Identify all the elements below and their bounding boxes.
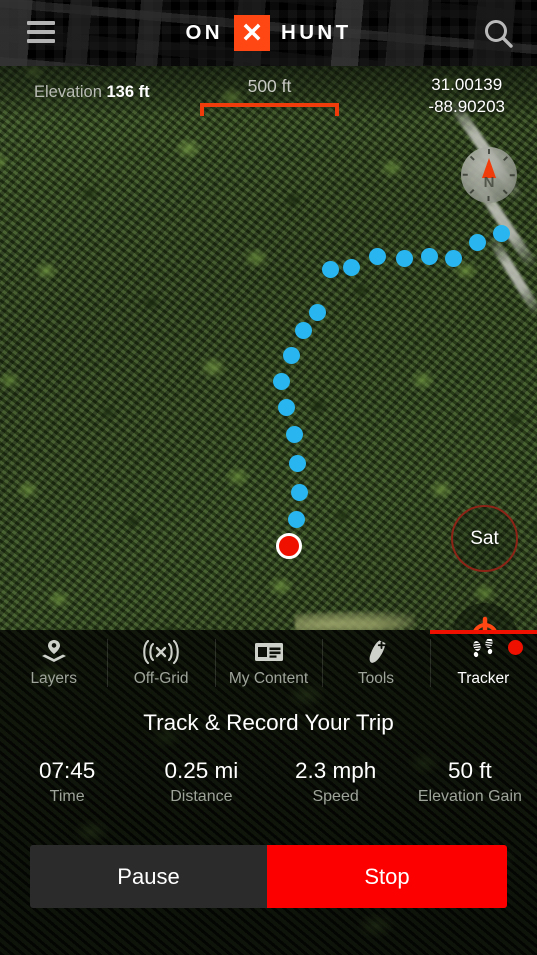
tracker-action-buttons: Pause Stop bbox=[30, 845, 507, 908]
tab-off-grid-label: Off-Grid bbox=[133, 670, 189, 687]
stat-distance-label: Distance bbox=[170, 788, 233, 805]
content-card-icon bbox=[254, 638, 284, 665]
onx-hunt-app-screen: ON HUNT Elevation 136 ft 500 ft 31.00139… bbox=[0, 0, 537, 955]
tab-tools-label: Tools bbox=[357, 670, 395, 687]
tab-layers-label: Layers bbox=[30, 670, 77, 687]
stat-time: 07:45 Time bbox=[0, 758, 134, 806]
brand-text-left: ON bbox=[185, 21, 223, 44]
scale-bracket-line bbox=[200, 103, 339, 107]
compass-tick-ne bbox=[503, 156, 508, 161]
stat-time-value: 07:45 bbox=[38, 758, 96, 783]
satellite-map-canvas[interactable]: Elevation 136 ft 500 ft 31.00139 -88.902… bbox=[0, 66, 537, 630]
tab-tools[interactable]: Tools bbox=[322, 630, 429, 696]
compass-tick-s bbox=[488, 196, 490, 201]
tab-layers[interactable]: Layers bbox=[0, 630, 107, 696]
compass-rose-icon[interactable]: N bbox=[461, 147, 517, 203]
recording-indicator-dot bbox=[508, 640, 524, 655]
compass-north-label: N bbox=[483, 174, 495, 191]
panel-title: Track & Record Your Trip bbox=[143, 710, 394, 735]
tools-icon bbox=[362, 638, 390, 665]
brand-text-right: HUNT bbox=[281, 21, 352, 44]
signal-waves-icon bbox=[142, 638, 180, 665]
basemap-sat-label: Sat bbox=[470, 527, 499, 549]
stat-speed-label: Speed bbox=[312, 788, 359, 805]
app-header: ON HUNT bbox=[0, 0, 537, 66]
scale-bracket-tick-left bbox=[200, 103, 204, 116]
basemap-sat-button[interactable]: Sat bbox=[451, 505, 518, 572]
tab-tracker-label: Tracker bbox=[457, 670, 510, 687]
map-info-bar: Elevation 136 ft 500 ft 31.00139 -88.902… bbox=[0, 66, 537, 118]
map-clearing-feature-2 bbox=[330, 618, 410, 630]
stat-elevation-gain-value: 50 ft bbox=[447, 758, 492, 783]
x-mark-icon bbox=[234, 15, 270, 51]
stat-time-label: Time bbox=[49, 788, 85, 805]
elevation-value: 136 ft bbox=[106, 83, 150, 101]
map-scale-label: 500 ft bbox=[247, 76, 292, 96]
scale-bracket-tick-right bbox=[335, 103, 339, 116]
latitude-value: 31.00139 bbox=[431, 75, 503, 94]
stop-button[interactable]: Stop bbox=[267, 845, 507, 908]
stat-elevation-gain-label: Elevation Gain bbox=[417, 788, 522, 805]
compass-tick-n bbox=[488, 149, 490, 154]
brand-logo: ON HUNT bbox=[0, 0, 537, 66]
tab-off-grid[interactable]: Off-Grid bbox=[107, 630, 214, 696]
map-scale-bar: 500 ft bbox=[192, 76, 347, 116]
stat-speed: 2.3 mph Speed bbox=[269, 758, 403, 806]
bottom-tab-bar: Layers Off-Grid My Content Tools Tracker bbox=[0, 630, 537, 696]
stat-speed-value: 2.3 mph bbox=[294, 758, 377, 783]
coordinates-readout: 31.00139 -88.90203 bbox=[428, 74, 505, 119]
elevation-readout: Elevation 136 ft bbox=[34, 83, 150, 102]
map-layers-icon bbox=[40, 638, 68, 665]
tab-my-content-label: My Content bbox=[228, 670, 309, 687]
compass-tick-nw bbox=[470, 156, 475, 161]
tab-tracker[interactable]: Tracker bbox=[429, 630, 537, 696]
longitude-value: -88.90203 bbox=[428, 97, 505, 117]
tab-my-content[interactable]: My Content bbox=[214, 630, 322, 696]
search-icon[interactable] bbox=[479, 14, 519, 54]
map-scale-bracket bbox=[192, 103, 347, 116]
pause-button[interactable]: Pause bbox=[30, 845, 267, 908]
elevation-label: Elevation bbox=[34, 83, 102, 101]
boot-prints-icon bbox=[466, 638, 500, 665]
tracker-panel: Layers Off-Grid My Content Tools Tracker… bbox=[0, 630, 537, 955]
stat-distance: 0.25 mi Distance bbox=[134, 758, 268, 806]
trip-stats-row: 07:45 Time 0.25 mi Distance 2.3 mph Spee… bbox=[0, 758, 537, 806]
stat-elevation-gain: 50 ft Elevation Gain bbox=[403, 758, 537, 806]
stat-distance-value: 0.25 mi bbox=[164, 758, 239, 783]
